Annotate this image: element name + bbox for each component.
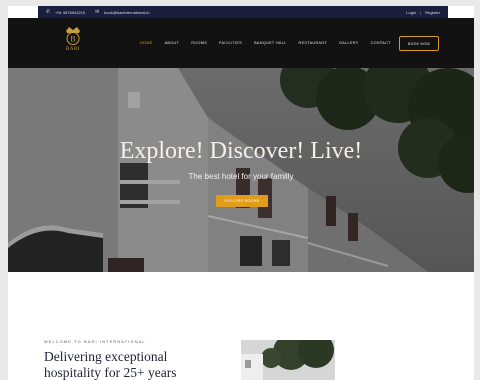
register-link[interactable]: Register <box>425 10 440 15</box>
explore-rooms-button[interactable]: EXPLORE ROOMS <box>216 195 268 207</box>
nav-gallery[interactable]: GALLERY <box>339 41 359 45</box>
email-contact[interactable]: ✉ book@bariinternational.in <box>95 8 149 15</box>
auth-separator: | <box>420 9 422 15</box>
book-now-button[interactable]: BOOK NOW <box>399 36 439 51</box>
nav-facilities[interactable]: FACILITIES <box>219 41 242 45</box>
intro-eyebrow: WELCOME TO BARI INTERNATIONAL <box>44 340 146 344</box>
logo-monogram: B <box>70 35 75 44</box>
hero-banner: Explore! Discover! Live! The best hotel … <box>8 68 474 272</box>
intro-photo-image <box>241 340 335 380</box>
nav-menu: HOME ABOUT ROOMS FACILITIES BANQUET HALL… <box>140 18 403 68</box>
nav-home[interactable]: HOME <box>140 41 153 45</box>
login-link[interactable]: Login <box>406 10 416 15</box>
email-address[interactable]: book@bariinternational.in <box>104 10 149 15</box>
hero-title: Explore! Discover! Live! <box>119 138 363 164</box>
nav-banquet-hall[interactable]: BANQUET HALL <box>254 41 286 45</box>
page-frame: ✆ +91 9876543210 ✉ book@bariinternationa… <box>8 6 474 380</box>
nav-restaurant[interactable]: RESTAURANT <box>299 41 327 45</box>
phone-number[interactable]: +91 9876543210 <box>55 10 85 15</box>
nav-contact[interactable]: CONTACT <box>371 41 391 45</box>
hotel-logo[interactable]: B BARI <box>58 24 88 62</box>
phone-icon: ✆ <box>46 8 51 15</box>
auth-links: Login | Register <box>406 10 440 15</box>
contact-topbar: ✆ +91 9876543210 ✉ book@bariinternationa… <box>38 6 448 18</box>
intro-heading: Delivering exceptional hospitality for 2… <box>44 349 177 380</box>
crown-logo-icon: B <box>66 27 80 45</box>
main-navbar: B BARI HOME ABOUT ROOMS FACILITIES BANQU… <box>8 18 474 68</box>
nav-rooms[interactable]: ROOMS <box>191 41 207 45</box>
brand-name: BARI <box>66 47 80 52</box>
hero-background-image <box>8 68 474 272</box>
hero-subtitle: The best hotel for your familly <box>188 172 294 181</box>
phone-contact[interactable]: ✆ +91 9876543210 <box>46 8 85 15</box>
nav-about[interactable]: ABOUT <box>165 41 180 45</box>
email-icon: ✉ <box>95 8 100 15</box>
intro-photo <box>241 340 335 380</box>
